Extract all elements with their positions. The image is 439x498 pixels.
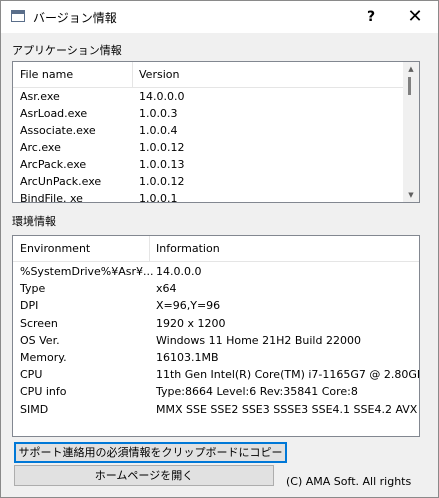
information-cell: 1920 x 1200 bbox=[156, 316, 226, 330]
version-cell: 1.0.0.4 bbox=[139, 124, 178, 137]
version-cell: 1.0.0.1 bbox=[139, 192, 178, 203]
env-list-row[interactable]: CPU 11th Gen Intel(R) Core(TM) i7-1165G7 … bbox=[13, 366, 419, 383]
scroll-down-icon[interactable]: ▼ bbox=[403, 189, 419, 201]
environment-cell: Type bbox=[20, 282, 46, 296]
scroll-thumb[interactable] bbox=[408, 77, 411, 95]
app-list-header: File name Version bbox=[13, 62, 419, 88]
file-name-cell: Arc.exe bbox=[20, 141, 61, 154]
env-list-row[interactable]: %SystemDrive%¥Asr¥... 14.0.0.0 bbox=[13, 263, 419, 280]
app-list-row[interactable]: Associate.exe 1.0.0.4 bbox=[13, 122, 403, 139]
information-cell: 16103.1MB bbox=[156, 351, 219, 364]
copyright-text: (C) AMA Soft. All rights bbox=[286, 475, 412, 488]
environment-cell: CPU info bbox=[20, 385, 67, 399]
version-cell: 1.0.0.12 bbox=[139, 141, 185, 154]
env-list-row[interactable]: CPU info Type:8664 Level:6 Rev:35841 Core… bbox=[13, 383, 419, 400]
environment-cell: Memory. bbox=[20, 351, 67, 364]
copy-to-clipboard-button[interactable]: サポート連絡用の必須情報をクリップボードにコピー bbox=[14, 442, 287, 463]
app-list-row[interactable]: ArcUnPack.exe 1.0.0.12 bbox=[13, 173, 403, 190]
information-cell: x64 bbox=[156, 282, 177, 296]
file-name-cell: AsrLoad.exe bbox=[20, 107, 88, 120]
file-name-cell: Asr.exe bbox=[20, 90, 60, 103]
file-name-cell: ArcPack.exe bbox=[20, 158, 87, 171]
app-list-scrollbar[interactable]: ▲ ▼ bbox=[403, 62, 419, 202]
app-info-label: アプリケーション情報 bbox=[12, 44, 122, 57]
env-list-row[interactable]: Screen 1920 x 1200 bbox=[13, 315, 419, 332]
column-header-environment[interactable]: Environment bbox=[20, 236, 90, 261]
app-file-list[interactable]: File name Version Asr.exe 14.0.0.0 AsrLoad… bbox=[12, 61, 420, 203]
environment-cell: %SystemDrive%¥Asr¥... bbox=[20, 265, 154, 278]
column-header-version[interactable]: Version bbox=[139, 62, 179, 87]
close-button[interactable]: ✕ bbox=[403, 5, 427, 29]
environment-cell: OS Ver. bbox=[20, 333, 60, 347]
app-list-row[interactable]: ArcPack.exe 1.0.0.13 bbox=[13, 156, 403, 173]
column-header-information[interactable]: Information bbox=[156, 236, 220, 261]
env-list-row[interactable]: Type x64 bbox=[13, 280, 419, 297]
information-cell: X=96,Y=96 bbox=[156, 299, 221, 313]
version-cell: 14.0.0.0 bbox=[139, 90, 185, 103]
version-cell: 1.0.0.12 bbox=[139, 175, 185, 188]
scroll-up-icon[interactable]: ▲ bbox=[403, 63, 419, 75]
env-list-row[interactable]: DPI X=96,Y=96 bbox=[13, 297, 419, 314]
app-list-row[interactable]: BindFile. xe 1.0.0.1 bbox=[13, 190, 403, 203]
env-list-row[interactable]: SIMD MMX SSE SSE2 SSE3 SSSE3 SSE4.1 SSE4.… bbox=[13, 401, 419, 418]
window-title: バージョン情報 bbox=[33, 11, 117, 25]
column-divider[interactable] bbox=[132, 62, 133, 87]
env-list-row[interactable]: Memory. 16103.1MB bbox=[13, 349, 419, 366]
env-info-label: 環境情報 bbox=[12, 215, 56, 228]
information-cell: Type:8664 Level:6 Rev:35841 Core:8 bbox=[156, 385, 358, 399]
environment-cell: SIMD bbox=[20, 402, 49, 416]
information-cell: MMX SSE SSE2 SSE3 SSSE3 SSE4.1 SSE4.2 AV… bbox=[156, 402, 419, 416]
open-homepage-button[interactable]: ホームページを開く bbox=[14, 465, 274, 486]
env-info-list[interactable]: Environment Information %SystemDrive%¥As… bbox=[12, 235, 420, 437]
app-list-row[interactable]: AsrLoad.exe 1.0.0.3 bbox=[13, 105, 403, 122]
column-header-filename[interactable]: File name bbox=[20, 62, 73, 87]
title-bar: バージョン情報 ? ✕ bbox=[1, 1, 438, 33]
column-divider[interactable] bbox=[149, 236, 150, 261]
environment-cell: DPI bbox=[20, 299, 39, 313]
window-icon bbox=[11, 10, 25, 22]
file-name-cell: Associate.exe bbox=[20, 124, 96, 137]
environment-cell: Screen bbox=[20, 316, 58, 330]
information-cell: Windows 11 Home 21H2 Build 22000 bbox=[156, 333, 361, 347]
version-cell: 1.0.0.13 bbox=[139, 158, 185, 171]
information-cell: 11th Gen Intel(R) Core(TM) i7-1165G7 @ 2… bbox=[156, 368, 420, 382]
file-name-cell: ArcUnPack.exe bbox=[20, 175, 102, 188]
help-button[interactable]: ? bbox=[359, 5, 383, 29]
file-name-cell: BindFile. xe bbox=[20, 192, 83, 203]
information-cell: 14.0.0.0 bbox=[156, 265, 202, 278]
env-list-header: Environment Information bbox=[13, 236, 419, 262]
app-list-row[interactable]: Arc.exe 1.0.0.12 bbox=[13, 139, 403, 156]
app-list-row[interactable]: Asr.exe 14.0.0.0 bbox=[13, 88, 403, 105]
version-cell: 1.0.0.3 bbox=[139, 107, 178, 120]
env-list-row[interactable]: OS Ver. Windows 11 Home 21H2 Build 22000 bbox=[13, 332, 419, 349]
environment-cell: CPU bbox=[20, 368, 43, 382]
about-dialog: バージョン情報 ? ✕ アプリケーション情報 File name Version… bbox=[0, 0, 439, 498]
